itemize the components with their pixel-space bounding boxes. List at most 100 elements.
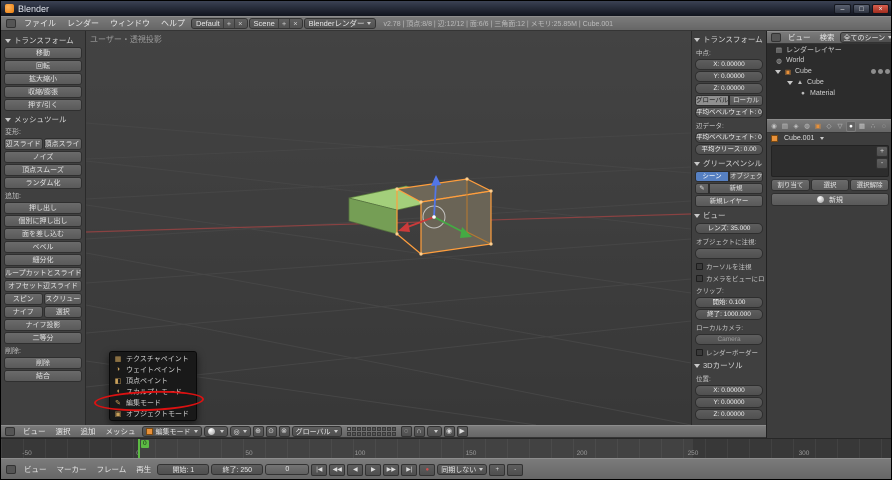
- manipulator-scale-button[interactable]: ⊗: [279, 426, 290, 437]
- deselect-button[interactable]: 選択解除: [850, 179, 889, 191]
- pivot-dropdown[interactable]: ◎: [230, 426, 251, 437]
- knife-select-button[interactable]: 選択: [44, 306, 83, 318]
- sync-mode-dropdown[interactable]: 同期しない: [437, 464, 487, 475]
- opengl-render-anim-button[interactable]: ▶: [457, 426, 468, 437]
- select-button[interactable]: 選択: [811, 179, 850, 191]
- timeline-ruler[interactable]: -50 0 50 100 150 200 250 300 0: [1, 438, 892, 458]
- subdivide-button[interactable]: 細分化: [4, 254, 82, 266]
- screw-button[interactable]: スクリュー: [44, 293, 83, 305]
- orientation-dropdown[interactable]: グローバル: [292, 426, 342, 437]
- cursor-x-field[interactable]: X: 0.00000: [695, 385, 763, 396]
- jump-to-start-button[interactable]: |◀: [311, 464, 327, 476]
- noise-button[interactable]: ノイズ: [4, 151, 82, 163]
- bevel-button[interactable]: ベベル: [4, 241, 82, 253]
- scale-button[interactable]: 拡大縮小: [4, 73, 82, 85]
- outliner-menu-search[interactable]: 検索: [816, 32, 839, 43]
- outliner-item-render-layers[interactable]: ▤ レンダーレイヤー: [767, 44, 892, 55]
- edge-bevel-weight-field[interactable]: 平均ベベルウェイト: 0.00: [695, 132, 763, 143]
- timeline-menu-view[interactable]: ビュー: [20, 464, 51, 475]
- selectability-toggle[interactable]: [878, 69, 883, 74]
- outliner-item-world[interactable]: ◍ World: [767, 55, 892, 66]
- play-reverse-button[interactable]: ◀: [347, 464, 363, 476]
- shrink-fatten-button[interactable]: 収縮/膨張: [4, 86, 82, 98]
- minimize-button[interactable]: –: [834, 4, 851, 14]
- add-slot-button[interactable]: +: [876, 146, 888, 157]
- snap-magnet-button[interactable]: ∩: [414, 426, 425, 437]
- outliner-item-cube-mesh[interactable]: ▲ Cube: [767, 77, 892, 88]
- next-keyframe-button[interactable]: ▶▶: [383, 464, 399, 476]
- keying-set-remove-button[interactable]: -: [507, 464, 523, 476]
- panel-header-transform[interactable]: トランスフォーム: [4, 33, 82, 47]
- editor-type-icon[interactable]: [5, 427, 15, 436]
- space-local-toggle[interactable]: ローカル: [729, 95, 763, 106]
- median-x-field[interactable]: X: 0.00000: [695, 59, 763, 70]
- playhead[interactable]: [138, 439, 140, 459]
- material-slot-list[interactable]: + -: [771, 145, 889, 177]
- edge-slide-button[interactable]: 辺スライド: [4, 138, 43, 150]
- shading-dropdown[interactable]: [204, 426, 228, 437]
- clip-end-field[interactable]: 終了: 1000.000: [695, 309, 763, 320]
- mode-menu-item-vertex-paint[interactable]: ◧頂点ペイント: [110, 375, 196, 386]
- mode-menu-item-weight-paint[interactable]: ◑ウェイトペイント: [110, 364, 196, 375]
- viewport-3d[interactable]: ユーザー・透視投影 ▦テクスチャペイント ◑ウェイトペイント ◧頂点ペイント ◖…: [86, 31, 691, 425]
- tab-material[interactable]: ●: [846, 121, 856, 132]
- gp-new-button[interactable]: 新規: [709, 183, 763, 194]
- vertex-slide-button[interactable]: 頂点スライド: [44, 138, 83, 150]
- delete-button[interactable]: 削除: [4, 357, 82, 369]
- snap-element-dropdown[interactable]: [427, 426, 442, 437]
- inset-faces-button[interactable]: 面を差し込む: [4, 228, 82, 240]
- panel-header-item[interactable]: アイテム: [693, 421, 765, 425]
- tab-modifiers[interactable]: ◇: [824, 121, 834, 132]
- keying-set-add-button[interactable]: +: [489, 464, 505, 476]
- knife-button[interactable]: ナイフ: [4, 306, 43, 318]
- assign-button[interactable]: 割り当て: [771, 179, 810, 191]
- frame-start-field[interactable]: 開始: 1: [157, 464, 209, 475]
- tab-particles[interactable]: ∴: [868, 121, 878, 132]
- record-button[interactable]: ●: [419, 464, 435, 476]
- gp-draw-icon[interactable]: ✎: [695, 183, 709, 194]
- timeline-menu-playback[interactable]: 再生: [132, 464, 155, 475]
- rotate-button[interactable]: 回転: [4, 60, 82, 72]
- panel-header-transform[interactable]: トランスフォーム: [693, 32, 765, 46]
- manipulator-translate-button[interactable]: ⊕: [253, 426, 264, 437]
- close-button[interactable]: ×: [872, 4, 889, 14]
- clip-start-field[interactable]: 開始: 0.100: [695, 297, 763, 308]
- lock-cursor-checkbox[interactable]: カーソルを注視: [693, 260, 765, 272]
- tab-scene[interactable]: ◈: [791, 121, 801, 132]
- tab-render-layers[interactable]: ▤: [780, 121, 790, 132]
- spin-button[interactable]: スピン: [4, 293, 43, 305]
- tab-physics[interactable]: ◌: [879, 121, 889, 132]
- play-button[interactable]: ▶: [365, 464, 381, 476]
- space-global-toggle[interactable]: グローバル: [695, 95, 729, 106]
- visibility-toggle[interactable]: [871, 69, 876, 74]
- menu-add[interactable]: 追加: [77, 426, 100, 437]
- extrude-region-button[interactable]: 押し出し: [4, 202, 82, 214]
- local-camera-field[interactable]: Camera: [695, 334, 763, 345]
- panel-header-mesh-tools[interactable]: メッシュツール: [4, 112, 82, 126]
- frame-end-field[interactable]: 終了: 250: [211, 464, 263, 475]
- new-material-button[interactable]: 新規: [771, 193, 889, 206]
- bisect-button[interactable]: 二等分: [4, 332, 82, 344]
- vertex-bevel-weight-field[interactable]: 平均ベベルウェイト: 0.00: [695, 107, 763, 118]
- lock-icon[interactable]: ◌: [401, 426, 412, 437]
- outliner-display-mode-dropdown[interactable]: 全てのシーン: [840, 32, 892, 43]
- add-layout-button[interactable]: +: [223, 19, 231, 28]
- remove-scene-button[interactable]: ×: [289, 19, 297, 28]
- extrude-individual-button[interactable]: 個別に押し出し: [4, 215, 82, 227]
- translate-button[interactable]: 移動: [4, 47, 82, 59]
- panel-header-3d-cursor[interactable]: 3Dカーソル: [693, 358, 765, 372]
- tab-object-data[interactable]: ▽: [835, 121, 845, 132]
- remove-layout-button[interactable]: ×: [234, 19, 242, 28]
- panel-header-grease-pencil[interactable]: グリースペンシル: [693, 156, 765, 170]
- remove-slot-button[interactable]: -: [876, 158, 888, 169]
- timeline-menu-marker[interactable]: マーカー: [53, 464, 91, 475]
- menu-help[interactable]: ヘルプ: [156, 18, 190, 29]
- smooth-vertex-button[interactable]: 頂点スムーズ: [4, 164, 82, 176]
- tab-render[interactable]: ◉: [769, 121, 779, 132]
- edge-crease-field[interactable]: 平均クリース: 0.00: [695, 144, 763, 155]
- knife-project-button[interactable]: ナイフ投影: [4, 319, 82, 331]
- editor-type-icon[interactable]: [6, 19, 16, 28]
- menu-file[interactable]: ファイル: [19, 18, 61, 29]
- gp-source-object-toggle[interactable]: オブジェクト: [729, 171, 763, 182]
- tab-texture[interactable]: ▦: [857, 121, 867, 132]
